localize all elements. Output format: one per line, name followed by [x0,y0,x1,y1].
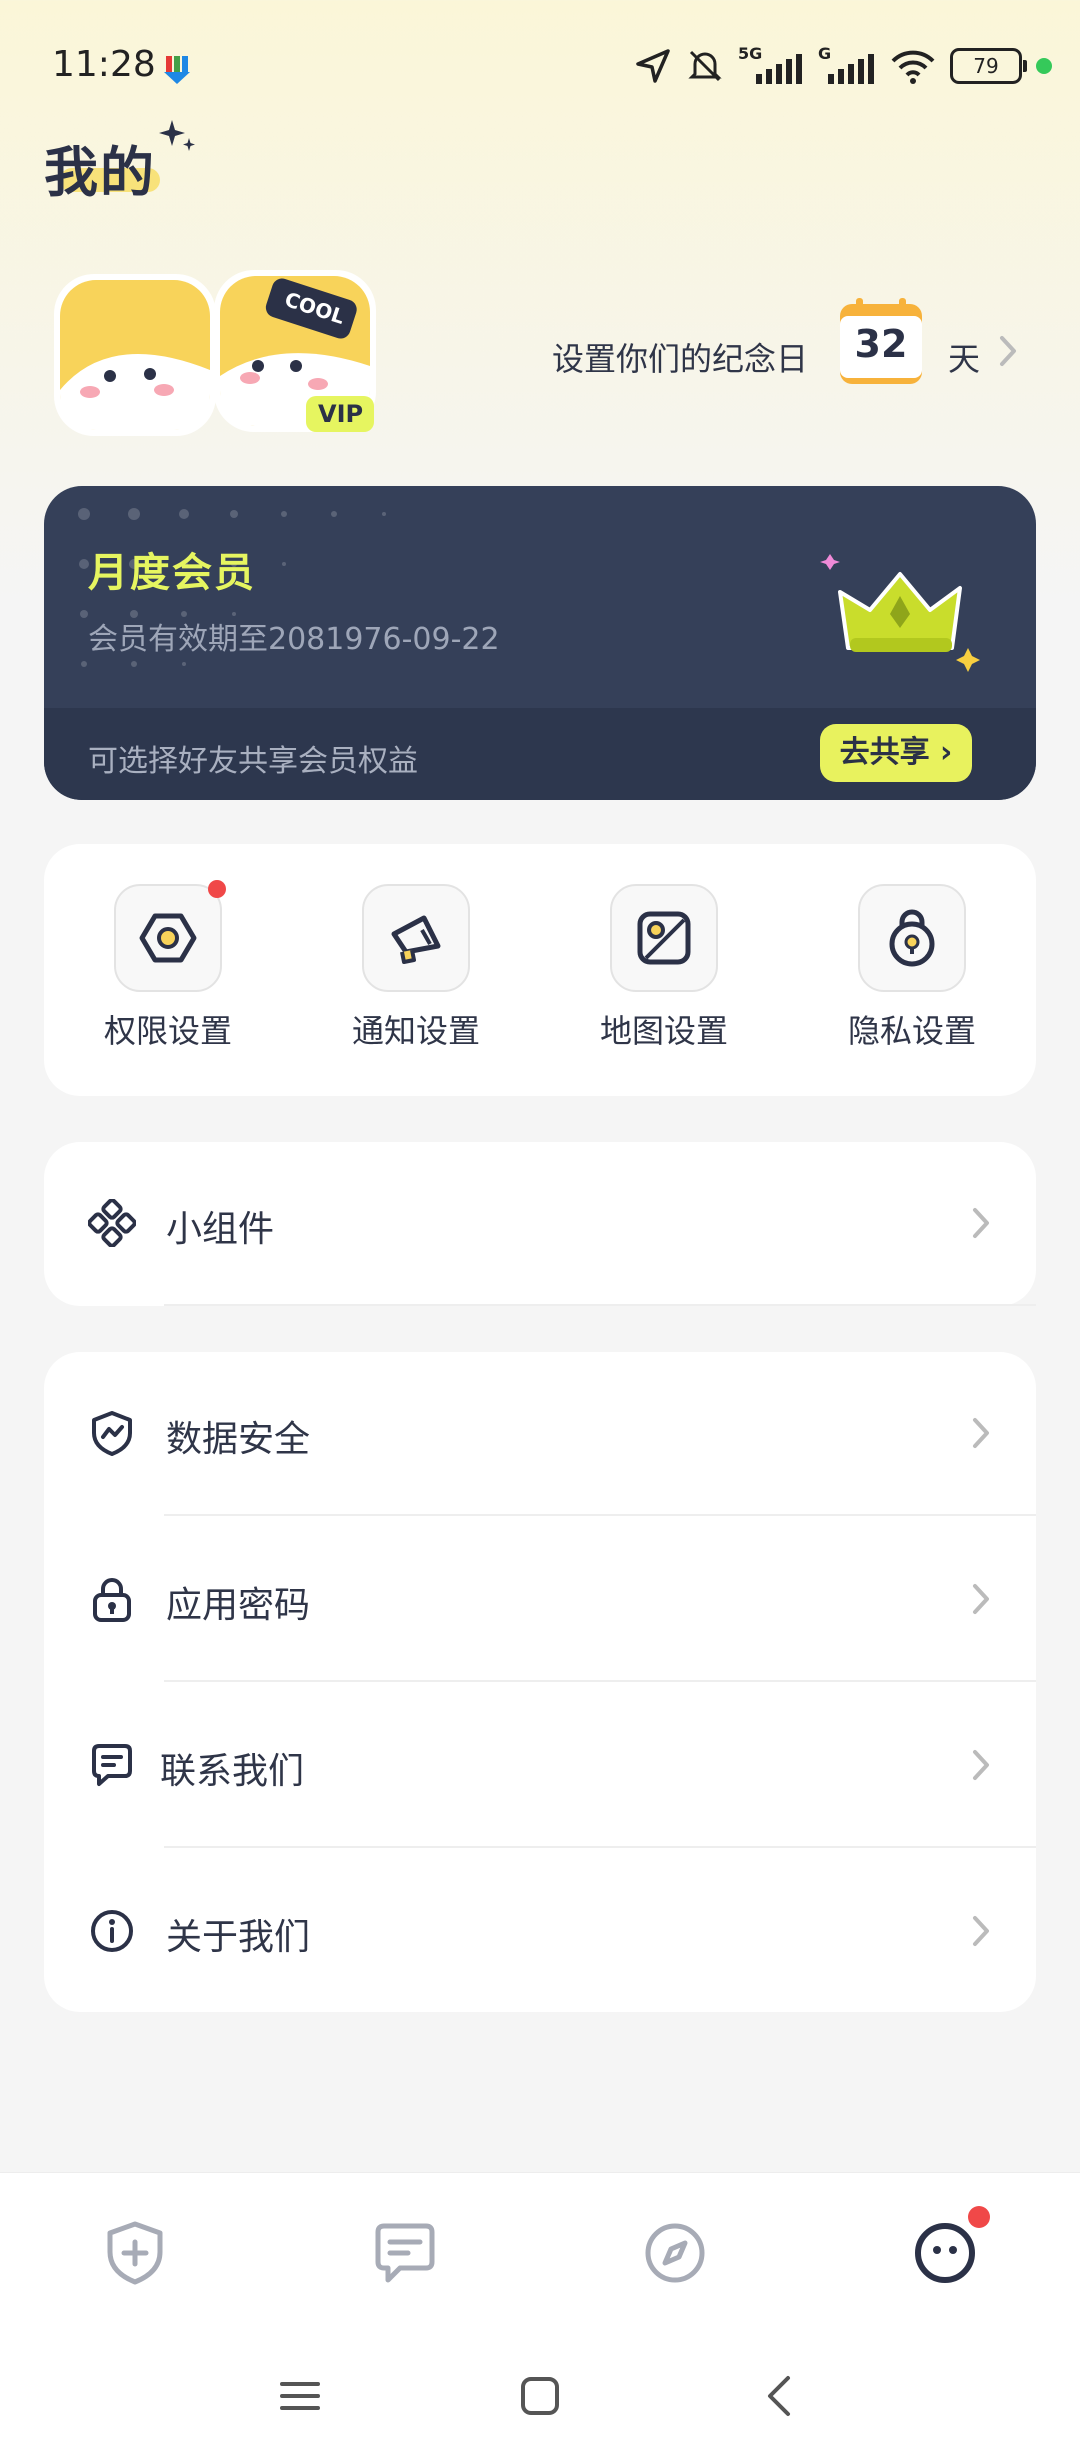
chevron-right-icon: › [929,735,953,770]
contact-us-row[interactable]: 联系我们 [44,1682,1036,1848]
signal-bars-icon [828,54,874,84]
bell-off-icon [688,50,722,82]
share-membership-button[interactable]: 去共享 › [820,724,972,782]
padlock-icon [93,1578,131,1622]
dot-pattern [78,508,386,667]
chevron-right-icon [973,1208,989,1238]
quick-setting-label: 通知设置 [351,1012,480,1050]
wifi-icon [891,50,935,84]
menu-icon[interactable] [278,2374,322,2418]
shield-icon [92,1411,132,1456]
quick-setting-label: 地图设置 [599,1012,728,1050]
face-icon[interactable] [910,2218,980,2288]
chevron-right-icon[interactable] [996,332,1020,370]
sparkle-icon [159,120,195,151]
notification-dot [208,880,226,898]
signal-bars-icon [756,54,802,84]
chevron-right-icon [973,1418,989,1448]
chat-icon [92,1744,132,1786]
megaphone-icon [391,915,441,964]
membership-title: 月度会员 [88,550,256,596]
quick-setting-label: 权限设置 [103,1012,232,1050]
compass-icon[interactable] [640,2218,710,2288]
signal-5g: 5G [738,44,804,86]
about-us-row[interactable]: 关于我们 [44,1848,1036,2014]
anniversary-label[interactable]: 设置你们的纪念日 [552,334,808,380]
battery-indicator: 79 [950,48,1027,84]
vip-badge: VIP [318,400,364,428]
back-icon[interactable] [758,2374,802,2418]
days-unit: 天 [948,340,981,378]
data-security-row[interactable]: 数据安全 [44,1350,1036,1516]
privacy-settings-icon-box [858,884,966,992]
widgets-icon [88,1199,136,1247]
crown-icon [820,554,980,672]
permission-settings-button[interactable]: 权限设置 [68,880,268,1052]
location-arrow-icon [636,49,670,83]
membership-expiry: 会员有效期至2081976-09-22 [88,622,500,657]
map-settings-icon-box [610,884,718,992]
anniversary-days: 32 [854,322,908,366]
message-icon[interactable] [370,2218,440,2288]
menu-item-label: 关于我们 [166,1917,311,1958]
share-hint: 可选择好友共享会员权益 [88,744,418,779]
status-time: 11:28 [52,44,156,85]
app-notification-icon [164,56,190,84]
lock-icon [889,909,935,967]
share-button-label: 去共享 [839,735,930,770]
permission-settings-icon-box [114,880,226,992]
menu-item-label: 数据安全 [166,1419,311,1460]
hexagon-settings-icon [139,913,197,963]
menu-item-label: 联系我们 [160,1751,305,1792]
widgets-row[interactable]: 小组件 [44,1140,1036,1306]
privacy-indicator-dot [1036,58,1052,74]
notification-settings-icon-box [362,884,470,992]
chevron-right-icon [973,1750,989,1780]
privacy-settings-button[interactable]: 隐私设置 [812,884,1012,1052]
shield-plus-icon[interactable] [100,2218,170,2288]
chevron-right-icon [973,1916,989,1946]
page-title: 我的 [44,141,156,204]
avatar[interactable] [50,270,220,440]
divider [164,1304,1036,1306]
map-settings-button[interactable]: 地图设置 [564,884,764,1052]
quick-setting-label: 隐私设置 [847,1012,976,1050]
app-password-row[interactable]: 应用密码 [44,1516,1036,1682]
info-icon [91,1910,133,1952]
partner-avatar[interactable]: COOL VIP [210,266,380,441]
notification-settings-button[interactable]: 通知设置 [316,884,516,1052]
menu-item-label: 应用密码 [166,1585,311,1626]
map-icon [637,911,691,965]
widgets-label: 小组件 [166,1209,275,1250]
chevron-right-icon [973,1584,989,1614]
status-icons: 5G G 79 [634,44,1052,88]
home-square-icon[interactable] [518,2374,562,2418]
notification-dot [968,2206,990,2228]
signal-g: G [818,44,876,86]
